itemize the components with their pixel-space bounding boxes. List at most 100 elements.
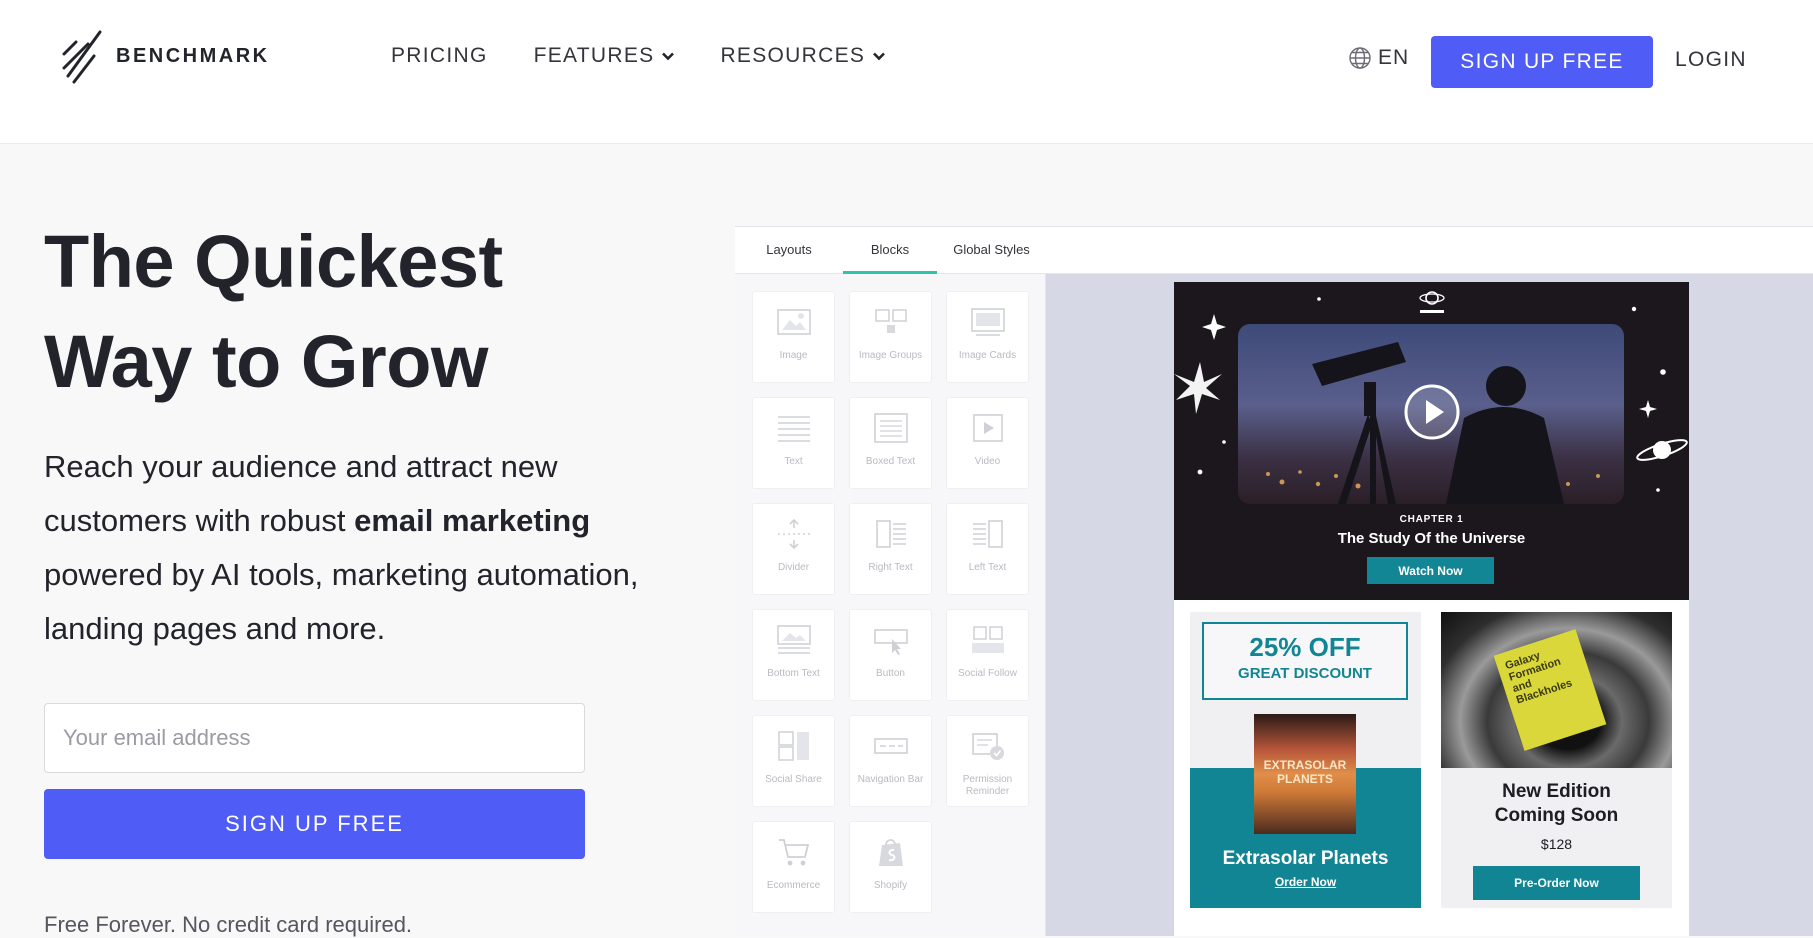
book-cover-line-2: PLANETS [1276,772,1333,786]
tab-global-styles[interactable]: Global Styles [937,227,1046,274]
logo-text: BENCHMARK [116,44,270,67]
block-right-text[interactable]: Right Text [849,503,932,595]
login-link[interactable]: LOGIN [1675,48,1747,72]
block-image-groups[interactable]: Image Groups [849,291,932,383]
language-selector[interactable]: EN [1348,46,1409,70]
discount-box: 25% OFF GREAT DISCOUNT [1202,622,1408,700]
image-icon [777,309,811,335]
right-text-icon [876,520,906,548]
new-edition-card: Galaxy Formation and Blackholes New Edit… [1441,612,1672,908]
block-label: Divider [777,562,810,573]
nav-resources-label: RESOURCES [720,44,866,67]
block-label: Shopify [873,880,908,891]
block-shopify[interactable]: Shopify [849,821,932,913]
editor-tabs: Layouts Blocks Global Styles [735,227,1046,274]
email-editor-mockup: Layouts Blocks Global Styles Image Image… [735,226,1813,936]
block-image-cards[interactable]: Image Cards [946,291,1029,383]
nav-features-label: FEATURES [533,44,655,67]
image-cards-icon [971,308,1005,336]
book-title-line-2: Coming Soon [1494,805,1619,826]
email-title: The Study Of the Universe [1337,530,1526,547]
tab-layouts[interactable]: Layouts [735,227,843,274]
header-signup-button[interactable]: SIGN UP FREE [1431,36,1653,88]
left-text-icon [973,520,1003,548]
block-navigation-bar[interactable]: Navigation Bar [849,715,932,807]
social-follow-icon [972,626,1004,653]
brand-logo-icon [1419,291,1445,313]
book-cover-line-1: EXTRASOLAR [1263,758,1347,772]
permission-reminder-icon [972,733,1004,760]
play-icon[interactable] [1403,383,1461,441]
book-title-line-1: New Edition [1502,781,1611,802]
social-share-icon [778,731,809,761]
tab-blocks[interactable]: Blocks [843,227,937,274]
editor-canvas: CHAPTER 1 The Study Of the Universe Watc… [1046,274,1813,936]
blocks-panel: Image Image Groups Image Cards Text Boxe… [735,274,1046,936]
text-icon [778,416,810,442]
block-label: Image Groups [858,350,923,361]
promo-title: Extrasolar Planets [1222,848,1389,869]
nav-pricing-label: PRICING [391,44,488,67]
email-input[interactable] [44,703,585,773]
nav-features[interactable]: FEATURES [534,44,675,68]
shopify-icon [879,839,903,866]
email-hero: CHAPTER 1 The Study Of the Universe Watc… [1174,282,1689,600]
logo[interactable]: BENCHMARK [62,28,270,84]
bottom-text-icon [777,625,811,654]
video-icon [973,414,1003,442]
benchmark-logo-icon [62,30,102,84]
site-header: BENCHMARK PRICING FEATURES RESOURCES EN … [0,0,1813,144]
new-edition-title: New Edition Coming Soon [1441,780,1672,828]
fine-print: Free Forever. No credit card required. [44,912,413,937]
hero-subheading: Reach your audience and attract new cust… [44,440,664,656]
discount-label: GREAT DISCOUNT [1238,665,1372,682]
subheading-part-2: powered by AI tools, marketing automatio… [44,557,639,646]
book-price: $128 [1540,836,1573,852]
discount-card: 25% OFF GREAT DISCOUNT EXTRASOLAR PLANET… [1190,612,1421,908]
headline-line-1: The Quickest [44,220,503,303]
block-label: Right Text [868,562,913,573]
divider-icon [778,518,810,550]
block-label: Bottom Text [767,668,820,679]
boxed-text-icon [874,413,908,443]
block-label: Ecommerce [766,880,821,891]
block-boxed-text[interactable]: Boxed Text [849,397,932,489]
block-divider[interactable]: Divider [752,503,835,595]
chapter-label: CHAPTER 1 [1399,514,1464,525]
main-nav: PRICING FEATURES RESOURCES [391,44,886,68]
block-permission-reminder[interactable]: Permission Reminder [946,715,1029,807]
chevron-down-icon [873,52,886,61]
editor-tabs-bar: Layouts Blocks Global Styles [735,227,1813,274]
order-now-link[interactable]: Order Now [1190,875,1421,889]
extrasolar-book-cover: EXTRASOLAR PLANETS [1254,714,1356,834]
block-label: Social Follow [958,668,1017,679]
block-social-follow[interactable]: Social Follow [946,609,1029,701]
email-preview: CHAPTER 1 The Study Of the Universe Watc… [1174,282,1689,936]
block-video[interactable]: Video [946,397,1029,489]
block-bottom-text[interactable]: Bottom Text [752,609,835,701]
pre-order-button[interactable]: Pre-Order Now [1473,866,1640,900]
block-ecommerce[interactable]: Ecommerce [752,821,835,913]
block-label: Image [779,350,808,361]
hero-signup-button[interactable]: SIGN UP FREE [44,789,585,859]
block-label: Image Cards [958,350,1017,361]
block-label: Boxed Text [865,456,916,467]
block-social-share[interactable]: Social Share [752,715,835,807]
navigation-bar-icon [874,738,908,754]
globe-icon [1349,47,1371,69]
block-label: Permission Reminder [962,774,1013,797]
nav-resources[interactable]: RESOURCES [720,44,886,68]
block-image[interactable]: Image [752,291,835,383]
block-label: Navigation Bar [857,774,924,785]
block-left-text[interactable]: Left Text [946,503,1029,595]
watch-now-button[interactable]: Watch Now [1367,557,1494,584]
nav-pricing[interactable]: PRICING [391,44,488,68]
discount-amount: 25% OFF [1249,632,1361,662]
chevron-down-icon [662,52,675,61]
headline-line-2: Way to Grow [44,320,489,403]
book-cover-title: Galaxy Formation and Blackholes [1504,643,1574,707]
language-label: EN [1378,46,1410,69]
block-label: Video [974,456,1001,467]
block-text[interactable]: Text [752,397,835,489]
block-button[interactable]: Button [849,609,932,701]
